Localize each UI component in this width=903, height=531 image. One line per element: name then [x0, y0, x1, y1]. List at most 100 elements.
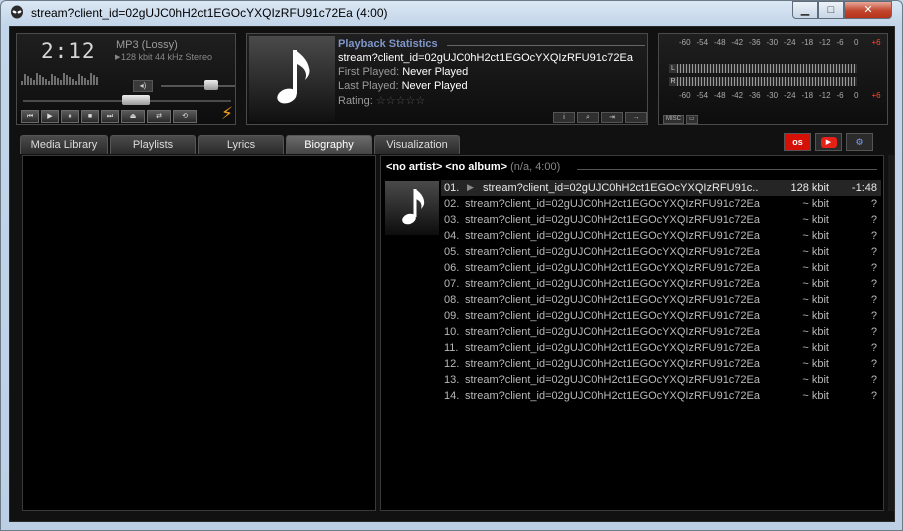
track-title: stream?client_id=02gUJC0hH2ct1EGOcYXQIzR…	[338, 52, 633, 64]
track-row[interactable]: 03. stream?client_id=02gUJC0hH2ct1EGOcYXQ…	[441, 212, 881, 228]
track-name: stream?client_id=02gUJC0hH2ct1EGOcYXQIzR…	[465, 326, 760, 338]
meter-scale-tick: 0	[854, 91, 859, 100]
track-bitrate: ~ kbit	[802, 310, 829, 322]
track-row[interactable]: 04. stream?client_id=02gUJC0hH2ct1EGOcYXQ…	[441, 228, 881, 244]
channel-right-meter	[677, 77, 857, 86]
meter-scale-tick: -60	[679, 91, 691, 100]
track-row[interactable]: 06. stream?client_id=02gUJC0hH2ct1EGOcYXQ…	[441, 260, 881, 276]
album-art[interactable]	[249, 36, 335, 122]
tab-lyrics[interactable]: Lyrics	[198, 135, 284, 154]
speaker-icon[interactable]: ◂)	[133, 80, 153, 92]
track-row[interactable]: 13. stream?client_id=02gUJC0hH2ct1EGOcYXQ…	[441, 372, 881, 388]
lastfm-icon[interactable]: os	[784, 133, 811, 151]
meter-scale-tick: -42	[731, 38, 744, 47]
meter-scale-tick: -6	[836, 91, 844, 100]
track-list: 01. stream?client_id=02gUJC0hH2ct1EGOcYXQ…	[441, 180, 881, 404]
stop-button[interactable]: ■	[81, 110, 99, 123]
last-played-row: Last Played: Never Played	[338, 80, 468, 92]
fullscreen-icon[interactable]: ▭	[686, 115, 698, 124]
track-row[interactable]: 01. stream?client_id=02gUJC0hH2ct1EGOcYXQ…	[441, 180, 881, 196]
shuffle-button[interactable]: ⇄	[147, 110, 171, 123]
info-icon[interactable]: i	[553, 112, 575, 123]
meter-scale-tick: -6	[836, 38, 844, 47]
track-length: ?	[870, 342, 877, 354]
meter-scale-tick: -18	[801, 38, 814, 47]
track-number: 07.	[444, 278, 460, 290]
next-info-icon[interactable]: →	[625, 112, 647, 123]
track-bitrate: ~ kbit	[802, 358, 829, 370]
volume-slider-thumb[interactable]	[204, 80, 219, 90]
track-number: 09.	[444, 310, 460, 322]
track-name: stream?client_id=02gUJC0hH2ct1EGOcYXQIzR…	[465, 294, 760, 306]
track-row[interactable]: 02. stream?client_id=02gUJC0hH2ct1EGOcYXQ…	[441, 196, 881, 212]
track-number: 03.	[444, 214, 460, 226]
scrollbar[interactable]	[888, 155, 894, 511]
track-number: 13.	[444, 374, 460, 386]
track-bitrate: ~ kbit	[802, 278, 829, 290]
send-to-icon[interactable]: ⇥	[601, 112, 623, 123]
codec-label: MP3 (Lossy)	[116, 39, 178, 51]
track-row[interactable]: 11. stream?client_id=02gUJC0hH2ct1EGOcYXQ…	[441, 340, 881, 356]
seek-bar-thumb[interactable]	[122, 95, 150, 105]
first-played-value: Never Played	[402, 66, 469, 78]
track-row[interactable]: 14. stream?client_id=02gUJC0hH2ct1EGOcYXQ…	[441, 388, 881, 404]
first-played-label: First Played:	[338, 66, 400, 78]
track-row[interactable]: 05. stream?client_id=02gUJC0hH2ct1EGOcYXQ…	[441, 244, 881, 260]
tab-visualization[interactable]: Visualization	[374, 135, 460, 154]
meter-scale-bottom: -60 -54 -48 -42 -36 -30 -24 -18 -12 -6 0 +6	[659, 91, 889, 101]
tab-bar: Media Library Playlists Lyrics Biography…	[20, 135, 460, 154]
track-length: ?	[870, 358, 877, 370]
playlist-group-header: <no artist> <no album> (n/a, 4:00)	[386, 161, 560, 173]
play-button[interactable]: ▶	[41, 110, 59, 123]
minimize-button[interactable]: ▁	[792, 1, 818, 19]
track-row[interactable]: 07. stream?client_id=02gUJC0hH2ct1EGOcYXQ…	[441, 276, 881, 292]
meter-scale-tick: -60	[679, 38, 691, 47]
elapsed-time: 2:12	[41, 39, 96, 63]
transport-controls: ⏮ ▶ ⏸ ■ ⏭ ⏏ ⇄ ⟲	[21, 110, 197, 123]
plugin-config-icon[interactable]: ⚙	[846, 133, 873, 151]
player-panel: 2:12 MP3 (Lossy) ▶ 128 kbit 44 kHz Stere…	[16, 33, 236, 125]
track-name: stream?client_id=02gUJC0hH2ct1EGOcYXQIzR…	[465, 342, 760, 354]
mini-spectrum	[21, 73, 98, 85]
tab-playlists[interactable]: Playlists	[110, 135, 196, 154]
misc-button[interactable]: MISC	[663, 115, 684, 124]
track-bitrate: ~ kbit	[802, 214, 829, 226]
track-row[interactable]: 10. stream?client_id=02gUJC0hH2ct1EGOcYXQ…	[441, 324, 881, 340]
track-number: 11.	[444, 342, 459, 354]
repeat-button[interactable]: ⟲	[173, 110, 197, 123]
youtube-icon[interactable]: ▶	[815, 133, 842, 151]
track-length: ?	[870, 390, 877, 402]
last-played-value: Never Played	[401, 80, 468, 92]
music-note-icon	[402, 189, 425, 225]
now-playing-icon: ▶	[467, 182, 474, 192]
track-length: ?	[870, 246, 877, 258]
next-button[interactable]: ⏭	[101, 110, 119, 123]
track-length: ?	[870, 374, 877, 386]
music-note-icon	[277, 50, 310, 104]
meter-scale-tick: -30	[766, 91, 779, 100]
group-artist: <no artist>	[386, 161, 443, 173]
group-album-art	[385, 181, 439, 235]
track-number: 12.	[444, 358, 460, 370]
track-length: ?	[870, 214, 877, 226]
track-row[interactable]: 09. stream?client_id=02gUJC0hH2ct1EGOcYXQ…	[441, 308, 881, 324]
track-number: 02.	[444, 198, 460, 210]
previous-button[interactable]: ⏮	[21, 110, 39, 123]
tab-media-library[interactable]: Media Library	[20, 135, 108, 154]
window-title: stream?client_id=02gUJC0hH2ct1EGOcYXQIzR…	[31, 6, 388, 20]
playlist-pane: <no artist> <no album> (n/a, 4:00) 01. st…	[380, 155, 884, 511]
track-row[interactable]: 08. stream?client_id=02gUJC0hH2ct1EGOcYXQ…	[441, 292, 881, 308]
eject-button[interactable]: ⏏	[121, 110, 145, 123]
close-button[interactable]: ✕	[844, 1, 892, 19]
track-bitrate: ~ kbit	[802, 230, 829, 242]
track-name: stream?client_id=02gUJC0hH2ct1EGOcYXQIzR…	[465, 374, 760, 386]
tab-biography[interactable]: Biography	[286, 135, 372, 154]
maximize-button[interactable]: □	[818, 1, 844, 19]
lightning-icon[interactable]: ⚡	[217, 104, 237, 124]
search-icon[interactable]: ⌕	[577, 112, 599, 123]
track-row[interactable]: 12. stream?client_id=02gUJC0hH2ct1EGOcYXQ…	[441, 356, 881, 372]
pause-button[interactable]: ⏸	[61, 110, 79, 123]
rating-stars[interactable]: ☆☆☆☆☆	[376, 95, 425, 107]
volume-slider-track[interactable]	[161, 85, 235, 87]
title-bar[interactable]: stream?client_id=02gUJC0hH2ct1EGOcYXQIzR…	[1, 1, 903, 25]
